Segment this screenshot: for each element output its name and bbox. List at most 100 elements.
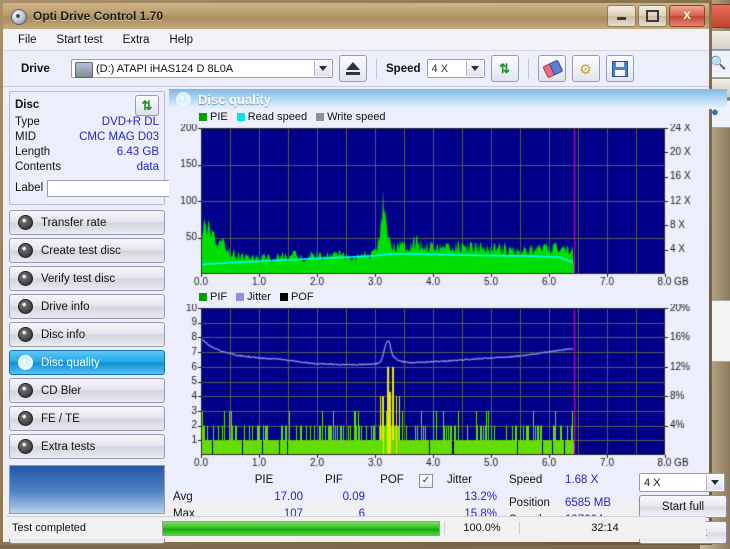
- application-window: Opti Drive Control 1.70 X File Start tes…: [0, 0, 727, 545]
- app-disc-icon: [9, 7, 27, 25]
- sidebar-item-create-test-disc[interactable]: Create test disc: [9, 238, 165, 263]
- test-speed-select-value: 4 X: [644, 476, 661, 489]
- sidebar-item-label: Extra tests: [41, 440, 96, 453]
- legend-item-write-speed: Write speed: [316, 111, 386, 123]
- menu-help[interactable]: Help: [160, 31, 202, 49]
- settings-button[interactable]: ⚙: [571, 55, 600, 82]
- eraser-icon: [542, 59, 564, 79]
- spacer-cell: [419, 489, 443, 505]
- sidebar-item-cd-bler[interactable]: CD Bler: [9, 378, 165, 403]
- meta-spacer-a: [509, 489, 565, 494]
- sidebar-item-verify-test-disc[interactable]: Verify test disc: [9, 266, 165, 291]
- disc-refresh-button[interactable]: ⇅: [135, 94, 159, 116]
- sidebar-item-disc-quality[interactable]: Disc quality: [9, 350, 165, 375]
- menu-file[interactable]: File: [9, 31, 46, 49]
- minimize-button[interactable]: [607, 5, 636, 27]
- disc-contents-label: Contents: [15, 161, 62, 173]
- disc-length-label: Length: [15, 146, 51, 158]
- refresh-button[interactable]: ⇅: [490, 55, 519, 82]
- disc-group-header: Disc ⇅: [15, 94, 159, 116]
- sidebar-item-extra-tests[interactable]: Extra tests: [9, 434, 165, 459]
- toolbar-separator-1: [376, 58, 377, 79]
- disc-row-mid: MID CMC MAG D03: [15, 130, 159, 145]
- results-speed-label: Speed: [509, 474, 543, 486]
- chevron-down-icon[interactable]: [314, 61, 331, 76]
- disc-icon: [18, 411, 33, 426]
- jitter-checkbox-cell: ✓: [419, 472, 443, 488]
- legend-swatch-icon: [316, 113, 325, 121]
- legend-item-pie: PIE: [199, 111, 228, 123]
- disc-icon: [18, 439, 33, 454]
- sidebar-item-label: Disc info: [41, 328, 86, 341]
- disc-type-label: Type: [15, 116, 40, 128]
- drive-select[interactable]: (D:) ATAPI iHAS124 D 8L0A: [71, 59, 333, 78]
- disc-contents-value: data: [136, 161, 159, 173]
- sidebar-item-fe-te[interactable]: FE / TE: [9, 406, 165, 431]
- results-position-label: Position: [509, 497, 550, 509]
- speed-label: Speed: [386, 62, 421, 75]
- menu-extra[interactable]: Extra: [114, 31, 159, 49]
- legend-item-jitter: Jitter: [236, 291, 271, 303]
- sidebar-nav: Transfer rate Create test disc Verify te…: [9, 210, 165, 544]
- start-full-button[interactable]: Start full: [639, 495, 727, 518]
- legend-swatch-icon: [236, 113, 245, 121]
- minimize-icon: [617, 17, 626, 20]
- test-speed-select[interactable]: 4 X: [639, 473, 725, 492]
- close-button[interactable]: X: [669, 5, 705, 27]
- status-bar: Test completed 100.0% 32:14: [6, 516, 706, 539]
- sidebar-item-drive-info[interactable]: Drive info: [9, 294, 165, 319]
- panel-header: Disc quality: [169, 89, 727, 109]
- sidebar-item-label: Transfer rate: [41, 216, 107, 229]
- status-time: 32:14: [519, 522, 690, 534]
- pif-jitter-chart-canvas[interactable]: [169, 304, 709, 470]
- legend-label: Jitter: [247, 291, 271, 303]
- drive-select-value: (D:) ATAPI iHAS124 D 8L0A: [96, 62, 234, 75]
- maximize-button[interactable]: [638, 5, 667, 27]
- jitter-checkbox[interactable]: ✓: [419, 474, 433, 488]
- content-panel: Disc quality PIE Read speed Write speed: [169, 87, 730, 544]
- progress-bar: [162, 520, 440, 536]
- erase-button[interactable]: [537, 55, 566, 82]
- refresh-arrows-icon: ⇅: [499, 61, 510, 76]
- pie-chart-canvas[interactable]: [169, 124, 709, 289]
- results-header-pif: PIF: [325, 474, 343, 486]
- results-avg-pif: 0.09: [342, 491, 365, 503]
- sidebar-filler: [9, 465, 165, 514]
- legend-label: Write speed: [327, 111, 386, 123]
- legend-item-pof: POF: [279, 291, 314, 303]
- progress-bar-fill: [163, 521, 439, 535]
- title-bar: Opti Drive Control 1.70 X: [3, 3, 709, 29]
- eject-button[interactable]: [339, 55, 367, 82]
- legend-swatch-icon: [199, 293, 207, 301]
- chevron-down-icon[interactable]: [465, 61, 483, 76]
- toolbar: Drive (D:) ATAPI iHAS124 D 8L0A Speed 4 …: [3, 51, 709, 87]
- status-text: Test completed: [12, 522, 86, 534]
- speed-select[interactable]: 4 X: [426, 59, 485, 78]
- disc-label-row: Label: [15, 177, 220, 199]
- sidebar-item-label: Drive info: [41, 300, 90, 313]
- disc-row-type: Type DVD+R DL: [15, 115, 159, 130]
- pif-jitter-chart: [169, 304, 727, 470]
- legend-swatch-icon: [236, 293, 245, 301]
- disc-icon: [18, 215, 33, 230]
- disc-icon: [18, 327, 33, 342]
- drive-icon: [75, 62, 93, 78]
- disc-info-group: Disc ⇅ Type DVD+R DL MID CMC MAG D03 Len…: [9, 91, 220, 205]
- results-corner: [173, 472, 225, 488]
- sidebar-item-disc-info[interactable]: Disc info: [9, 322, 165, 347]
- save-button[interactable]: [605, 55, 634, 82]
- menu-start-test[interactable]: Start test: [48, 31, 112, 49]
- meta-spacer-b: [565, 489, 631, 494]
- sidebar-item-transfer-rate[interactable]: Transfer rate: [9, 210, 165, 235]
- chevron-down-icon[interactable]: [706, 475, 723, 490]
- results-header-jitter: Jitter: [447, 474, 472, 486]
- window-title: Opti Drive Control 1.70: [33, 9, 164, 23]
- search-icon: 🔍: [710, 55, 727, 70]
- panel-title: Disc quality: [198, 91, 271, 107]
- disc-icon: [18, 271, 33, 286]
- results-header-pie: PIE: [254, 474, 274, 486]
- legend-item-read-speed: Read speed: [236, 111, 307, 123]
- results-avg-pof: [365, 489, 419, 505]
- resize-grip-icon[interactable]: [690, 517, 706, 539]
- disc-icon: [18, 383, 33, 398]
